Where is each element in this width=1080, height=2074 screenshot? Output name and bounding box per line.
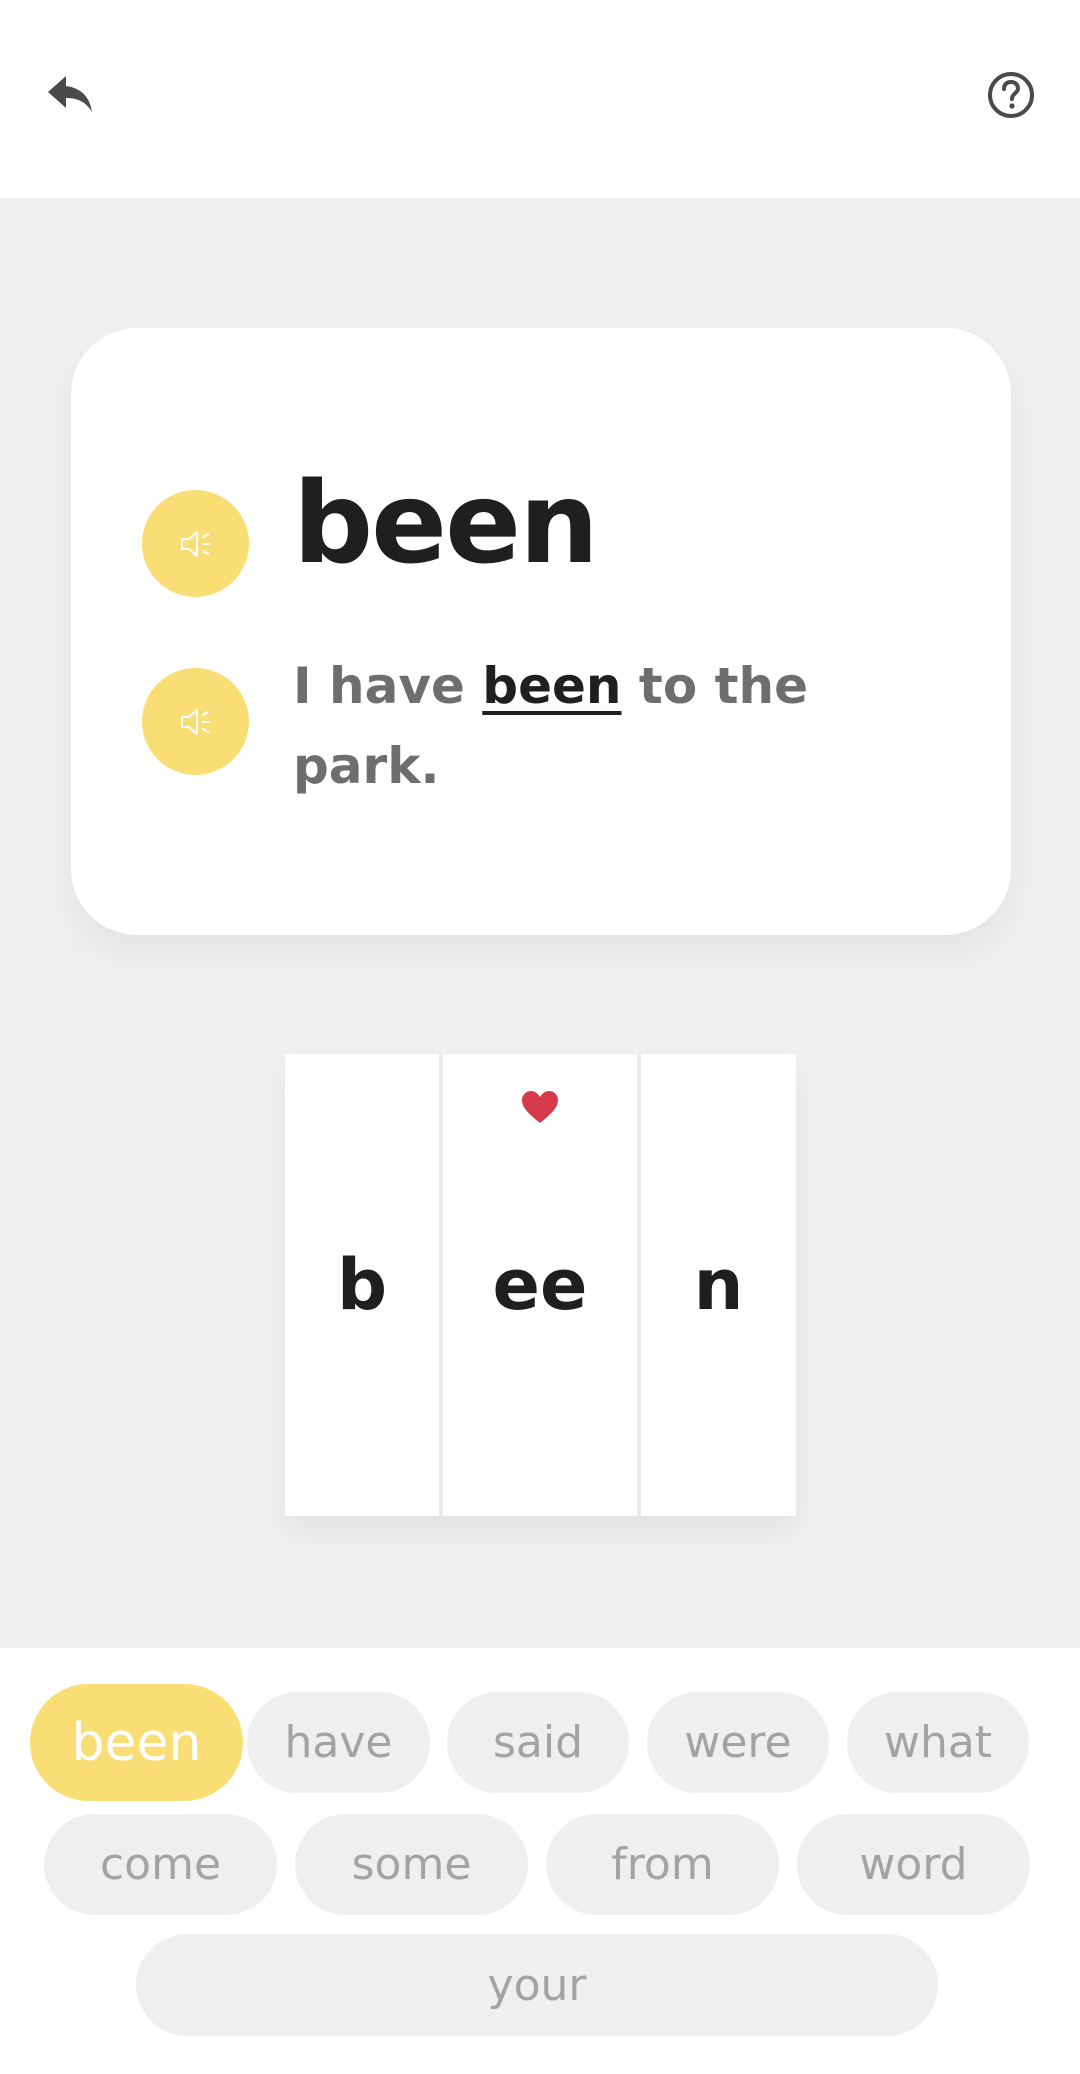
word-chip-from[interactable]: from (546, 1814, 779, 1915)
word-card: been I have been to the park. (71, 328, 1011, 935)
letter-tiles: b ee n (285, 1054, 796, 1516)
tile-letter: ee (492, 1244, 588, 1326)
speaker-icon (180, 530, 210, 557)
letter-tile[interactable]: b (285, 1054, 439, 1516)
word-chip-were[interactable]: were (647, 1692, 829, 1793)
word-list-panel: been have said were what come some from … (0, 1648, 1080, 2074)
word-chip-said[interactable]: said (447, 1692, 629, 1793)
example-sentence: I have been to the park. (293, 646, 853, 806)
word-chip-some[interactable]: some (295, 1814, 528, 1915)
play-sentence-audio-button[interactable] (142, 668, 249, 775)
word-chip-word[interactable]: word (797, 1814, 1030, 1915)
reply-arrow-icon (48, 76, 92, 112)
word-title: been (293, 459, 599, 589)
play-word-audio-button[interactable] (142, 490, 249, 597)
speaker-icon (180, 708, 210, 735)
sentence-start: I have (293, 657, 465, 715)
word-chip-have[interactable]: have (247, 1692, 430, 1793)
sentence-highlighted-word: been (482, 657, 622, 715)
tile-letter: n (693, 1244, 744, 1326)
question-circle-icon (988, 72, 1034, 118)
word-chip-been[interactable]: been (30, 1684, 243, 1801)
word-chip-your[interactable]: your (136, 1934, 938, 2036)
letter-tile[interactable]: n (641, 1054, 796, 1516)
top-bar (0, 0, 1080, 198)
back-button[interactable] (44, 70, 100, 120)
word-chip-come[interactable]: come (44, 1814, 277, 1915)
heart-icon (522, 1091, 558, 1123)
word-chip-what[interactable]: what (847, 1692, 1029, 1793)
tile-letter: b (336, 1244, 388, 1326)
help-button[interactable] (986, 70, 1036, 120)
heart-letter-tile[interactable]: ee (443, 1054, 637, 1516)
